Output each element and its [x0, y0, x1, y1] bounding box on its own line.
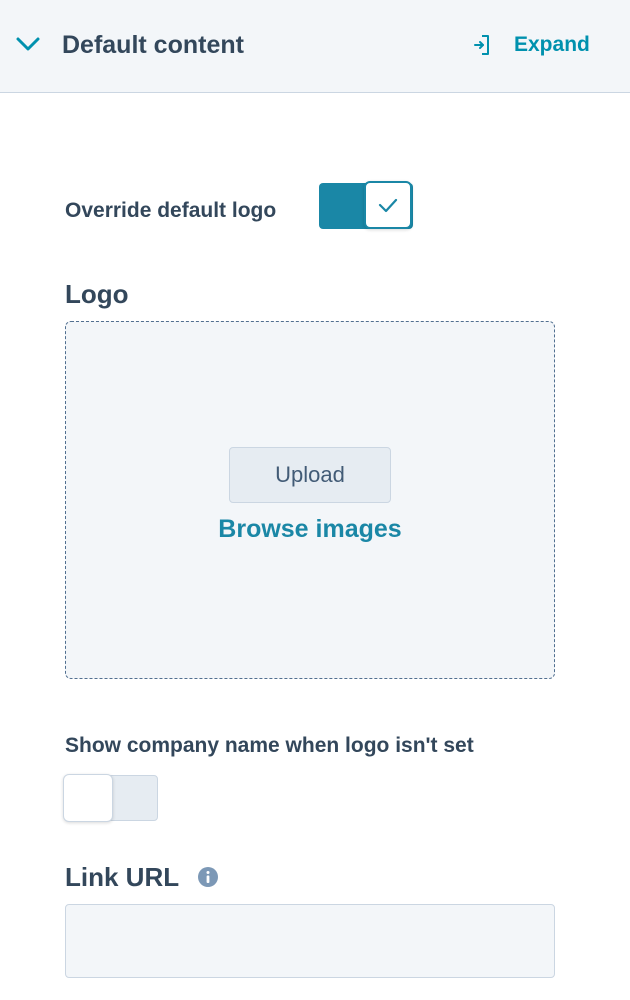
collapse-button[interactable] [14, 30, 42, 58]
chevron-down-icon [16, 37, 40, 51]
section-title: Default content [62, 31, 244, 59]
show-company-name-toggle[interactable] [63, 774, 158, 822]
link-url-label: Link URL [65, 862, 180, 892]
check-icon [378, 198, 398, 213]
logo-label: Logo [65, 279, 129, 309]
expand-button[interactable]: Expand [470, 28, 590, 62]
expand-label: Expand [514, 33, 590, 56]
toggle-knob [63, 774, 113, 822]
show-company-name-label: Show company name when logo isn't set [65, 734, 474, 757]
sign-in-icon [474, 35, 489, 55]
logo-dropzone[interactable]: Upload Browse images [65, 321, 555, 679]
toggle-knob [364, 181, 412, 229]
info-icon[interactable] [197, 866, 219, 888]
link-url-input[interactable] [65, 904, 555, 978]
browse-images-link[interactable]: Browse images [66, 515, 554, 544]
upload-button[interactable]: Upload [229, 447, 391, 503]
section-header: Default content Expand [0, 0, 630, 93]
override-logo-label: Override default logo [65, 199, 277, 222]
override-logo-toggle[interactable] [319, 181, 413, 229]
